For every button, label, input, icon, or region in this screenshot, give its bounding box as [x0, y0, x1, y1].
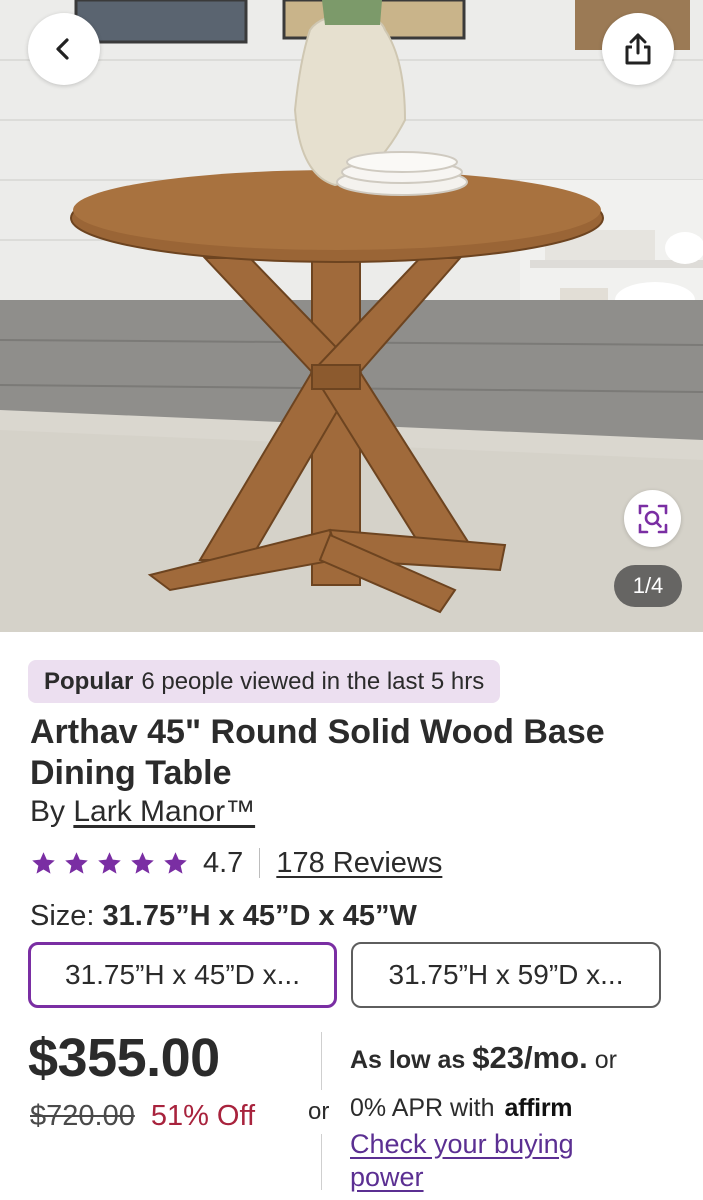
brand-line: By Lark Manor™: [30, 795, 255, 829]
star-icon: [98, 851, 121, 874]
current-price: $355.00: [28, 1028, 220, 1088]
popular-label: Popular: [44, 667, 134, 695]
product-photo: [0, 0, 703, 632]
rating-divider: [259, 848, 261, 878]
size-label: Size: 31.75”H x 45”D x 45”W: [30, 900, 417, 933]
size-label-text: Size:: [30, 900, 95, 932]
apr-line: 0% APR with affirm: [350, 1094, 572, 1123]
apr-text: 0% APR with: [350, 1094, 495, 1122]
popular-badge: Popular 6 people viewed in the last 5 hr…: [28, 660, 501, 703]
visual-search-icon: [638, 504, 667, 533]
financing-line: As low as $23/mo. or: [350, 1040, 617, 1076]
size-option-1[interactable]: 31.75”H x 45”D x...: [28, 942, 337, 1008]
affirm-logo: affirm: [504, 1094, 573, 1122]
check-buying-power-link[interactable]: Check your buying power: [350, 1128, 650, 1194]
product-title: Arthav 45" Round Solid Wood Base Dining …: [30, 713, 605, 792]
by-label: By: [30, 795, 66, 828]
or-separator: or: [308, 1098, 330, 1125]
brand-link[interactable]: Lark Manor™: [73, 795, 255, 828]
visual-search-button[interactable]: [624, 490, 681, 547]
back-button[interactable]: [28, 13, 100, 85]
as-low-as-label: As low as: [350, 1046, 466, 1074]
star-rating: [30, 850, 189, 877]
star-icon: [65, 851, 88, 874]
product-image-gallery[interactable]: 1/4: [0, 0, 703, 632]
discount-label: 51% Off: [150, 1100, 256, 1132]
star-icon: [32, 851, 55, 874]
chevron-left-icon: [56, 38, 69, 60]
size-option-2[interactable]: 31.75”H x 59”D x...: [351, 942, 661, 1008]
star-icon: [164, 851, 187, 874]
share-button[interactable]: [602, 13, 674, 85]
image-counter: 1/4: [614, 565, 682, 607]
original-price: $720.00: [30, 1100, 135, 1132]
popular-text: 6 people viewed in the last 5 hrs: [141, 667, 485, 695]
rating-value: 4.7: [203, 846, 244, 879]
divider-bottom: [321, 1134, 322, 1190]
share-icon: [625, 33, 651, 65]
divider-top: [321, 1032, 322, 1090]
was-price-row: $720.00 51% Off: [30, 1100, 255, 1133]
or-after-label: or: [594, 1046, 617, 1074]
rating-row: 4.7 178 Reviews: [30, 843, 442, 883]
star-icon: [131, 851, 154, 874]
size-selected-value: 31.75”H x 45”D x 45”W: [102, 900, 417, 932]
reviews-link[interactable]: 178 Reviews: [276, 847, 442, 880]
monthly-price: $23/mo.: [472, 1040, 588, 1075]
